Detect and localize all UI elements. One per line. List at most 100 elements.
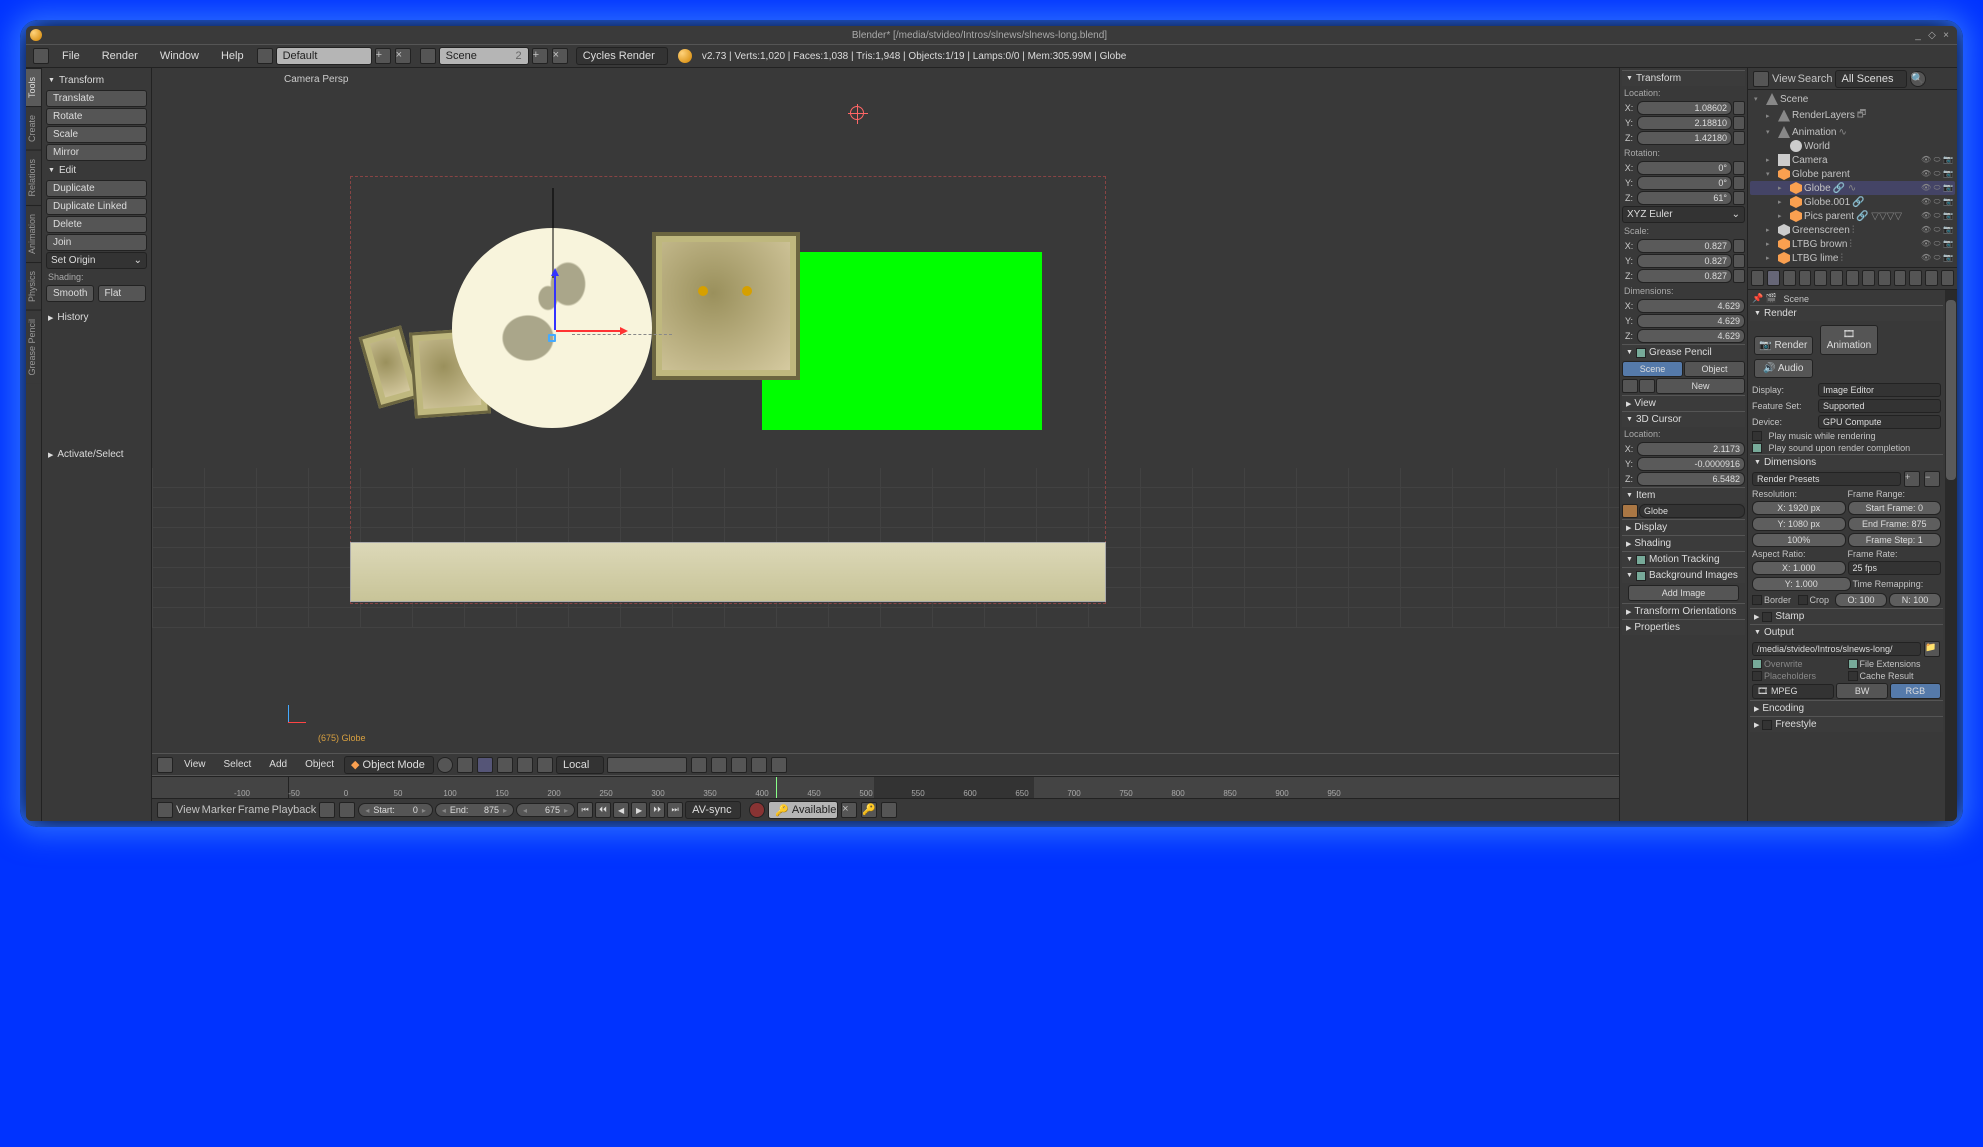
context-render-icon[interactable] bbox=[1767, 270, 1780, 286]
tab-grease-pencil[interactable]: Grease Pencil bbox=[26, 310, 41, 384]
eye-icon[interactable]: 👁 bbox=[1921, 253, 1931, 263]
frame-step[interactable]: Frame Step: 1 bbox=[1848, 533, 1942, 547]
eye-icon[interactable]: 👁 bbox=[1921, 225, 1931, 235]
outliner-row[interactable]: ▸ Camera👁⬭📷 bbox=[1750, 153, 1955, 167]
folder-icon[interactable]: 📁 bbox=[1924, 641, 1940, 657]
disclosure-icon[interactable]: ▾ bbox=[1766, 170, 1776, 178]
featureset-dropdown[interactable]: Supported bbox=[1818, 399, 1941, 413]
frame-end[interactable]: End Frame: 875 bbox=[1848, 517, 1942, 531]
render-icon[interactable]: 📷 bbox=[1943, 169, 1953, 179]
dim-y[interactable]: 4.629 bbox=[1637, 314, 1745, 328]
cursor-icon[interactable]: ⬭ bbox=[1932, 225, 1942, 235]
btn-duplicate[interactable]: Duplicate bbox=[46, 180, 147, 197]
panel-output[interactable]: Output bbox=[1750, 624, 1943, 640]
panel-freestyle[interactable]: Freestyle bbox=[1750, 716, 1943, 732]
cursor-z[interactable]: 6.5482 bbox=[1637, 472, 1745, 486]
aspect-x[interactable]: X: 1.000 bbox=[1752, 561, 1846, 575]
context-layers-icon[interactable] bbox=[1783, 270, 1796, 286]
preset-add-icon[interactable]: + bbox=[1904, 471, 1920, 487]
btn-animation[interactable]: 🎞 Animation bbox=[1820, 325, 1879, 355]
rot-y[interactable]: 0° bbox=[1637, 176, 1732, 190]
use-preview-range-icon[interactable] bbox=[319, 802, 335, 818]
cursor-icon[interactable]: ⬭ bbox=[1932, 155, 1942, 165]
np-bg-images[interactable]: Background Images bbox=[1622, 567, 1745, 583]
outliner-row[interactable]: ▾ Scene bbox=[1750, 92, 1955, 106]
cursor-icon[interactable]: ⬭ bbox=[1932, 197, 1942, 207]
keyframe-next-button[interactable]: ⏵⏵ bbox=[649, 802, 665, 818]
disclosure-icon[interactable]: ▸ bbox=[1766, 112, 1776, 120]
btn-dup-linked[interactable]: Duplicate Linked bbox=[46, 198, 147, 215]
outliner-filter[interactable]: All Scenes bbox=[1835, 70, 1907, 88]
rotation-mode[interactable]: XYZ Euler⌄ bbox=[1622, 206, 1745, 223]
tab-animation[interactable]: Animation bbox=[26, 205, 41, 262]
editor-props-icon[interactable] bbox=[1751, 270, 1764, 286]
eye-icon[interactable]: 👁 bbox=[1921, 155, 1931, 165]
disclosure-icon[interactable]: ▾ bbox=[1754, 95, 1764, 103]
proportional-icon[interactable] bbox=[751, 757, 767, 773]
loc-x[interactable]: 1.08602 bbox=[1637, 101, 1732, 115]
lock-sca-y[interactable] bbox=[1733, 254, 1745, 268]
lock-time-icon[interactable] bbox=[339, 802, 355, 818]
outliner-row[interactable]: World bbox=[1750, 139, 1955, 153]
3d-menu-object[interactable]: Object bbox=[297, 757, 342, 772]
chk-overwrite[interactable] bbox=[1752, 659, 1762, 669]
item-name-field[interactable]: Globe bbox=[1639, 504, 1745, 518]
rot-x[interactable]: 0° bbox=[1637, 161, 1732, 175]
cursor-icon[interactable]: ⬭ bbox=[1932, 253, 1942, 263]
last-operator[interactable]: Activate/Select bbox=[46, 446, 147, 463]
jump-start-button[interactable]: ⏮ bbox=[577, 802, 593, 818]
np-transform[interactable]: Transform bbox=[1622, 70, 1745, 86]
lock-rot-z[interactable] bbox=[1733, 191, 1745, 205]
manip-translate-icon[interactable] bbox=[497, 757, 513, 773]
set-origin-menu[interactable]: Set Origin⌄ bbox=[46, 252, 147, 269]
insert-keyframe-icon[interactable]: 🔑 bbox=[861, 802, 877, 818]
disclosure-icon[interactable]: ▸ bbox=[1766, 240, 1776, 248]
props-scrollbar[interactable] bbox=[1945, 290, 1957, 821]
context-scene-icon[interactable] bbox=[1799, 270, 1812, 286]
chk-play-sound[interactable] bbox=[1752, 443, 1762, 453]
res-pct[interactable]: 100% bbox=[1752, 533, 1846, 547]
cursor-icon[interactable]: ⬭ bbox=[1932, 239, 1942, 249]
start-frame-field[interactable]: Start: 0 bbox=[358, 803, 433, 817]
render-icon[interactable]: 📷 bbox=[1943, 211, 1953, 221]
keyingset-del-icon[interactable]: × bbox=[841, 802, 857, 818]
lock-rot-y[interactable] bbox=[1733, 176, 1745, 190]
disclosure-icon[interactable]: ▸ bbox=[1778, 212, 1788, 220]
gp-check[interactable] bbox=[1636, 348, 1646, 358]
snap-type-icon[interactable] bbox=[731, 757, 747, 773]
remap-new[interactable]: N: 100 bbox=[1889, 593, 1941, 607]
keyframe-prev-button[interactable]: ⏴⏴ bbox=[595, 802, 611, 818]
editor-outliner-icon[interactable] bbox=[1753, 71, 1769, 87]
delete-keyframe-icon[interactable] bbox=[881, 802, 897, 818]
render-icon[interactable]: 📷 bbox=[1943, 225, 1953, 235]
sca-x[interactable]: 0.827 bbox=[1637, 239, 1732, 253]
dim-z[interactable]: 4.629 bbox=[1637, 329, 1745, 343]
outliner-row[interactable]: ▸ RenderLayers 🗗 bbox=[1750, 106, 1955, 125]
rot-z[interactable]: 61° bbox=[1637, 191, 1732, 205]
out-menu-search[interactable]: Search bbox=[1798, 73, 1833, 85]
render-preview-icon[interactable] bbox=[771, 757, 787, 773]
sca-z[interactable]: 0.827 bbox=[1637, 269, 1732, 283]
snap-icon[interactable] bbox=[711, 757, 727, 773]
mode-dropdown[interactable]: ◆ Object Mode bbox=[344, 756, 434, 774]
tab-relations[interactable]: Relations bbox=[26, 150, 41, 205]
render-icon[interactable]: 📷 bbox=[1943, 197, 1953, 207]
gp-new-btn[interactable]: New bbox=[1656, 378, 1745, 394]
chk-freestyle[interactable] bbox=[1762, 720, 1772, 730]
menu-render[interactable]: Render bbox=[92, 47, 148, 65]
disclosure-icon[interactable]: ▸ bbox=[1766, 156, 1776, 164]
3d-menu-select[interactable]: Select bbox=[216, 757, 260, 772]
render-icon[interactable]: 📷 bbox=[1943, 239, 1953, 249]
panel-stamp[interactable]: Stamp bbox=[1750, 608, 1943, 624]
render-icon[interactable]: 📷 bbox=[1943, 253, 1953, 263]
chk-cache[interactable] bbox=[1848, 671, 1858, 681]
eye-icon[interactable]: 👁 bbox=[1921, 183, 1931, 193]
shading-sphere-icon[interactable] bbox=[437, 757, 453, 773]
btn-delete[interactable]: Delete bbox=[46, 216, 147, 233]
outliner-row[interactable]: ▾ Globe parent👁⬭📷 bbox=[1750, 167, 1955, 181]
cursor-x[interactable]: 2.1173 bbox=[1637, 442, 1745, 456]
context-particle-icon[interactable] bbox=[1925, 270, 1938, 286]
tl-menu-frame[interactable]: Frame bbox=[238, 804, 270, 816]
chk-play-music[interactable] bbox=[1752, 431, 1762, 441]
tab-physics[interactable]: Physics bbox=[26, 262, 41, 310]
